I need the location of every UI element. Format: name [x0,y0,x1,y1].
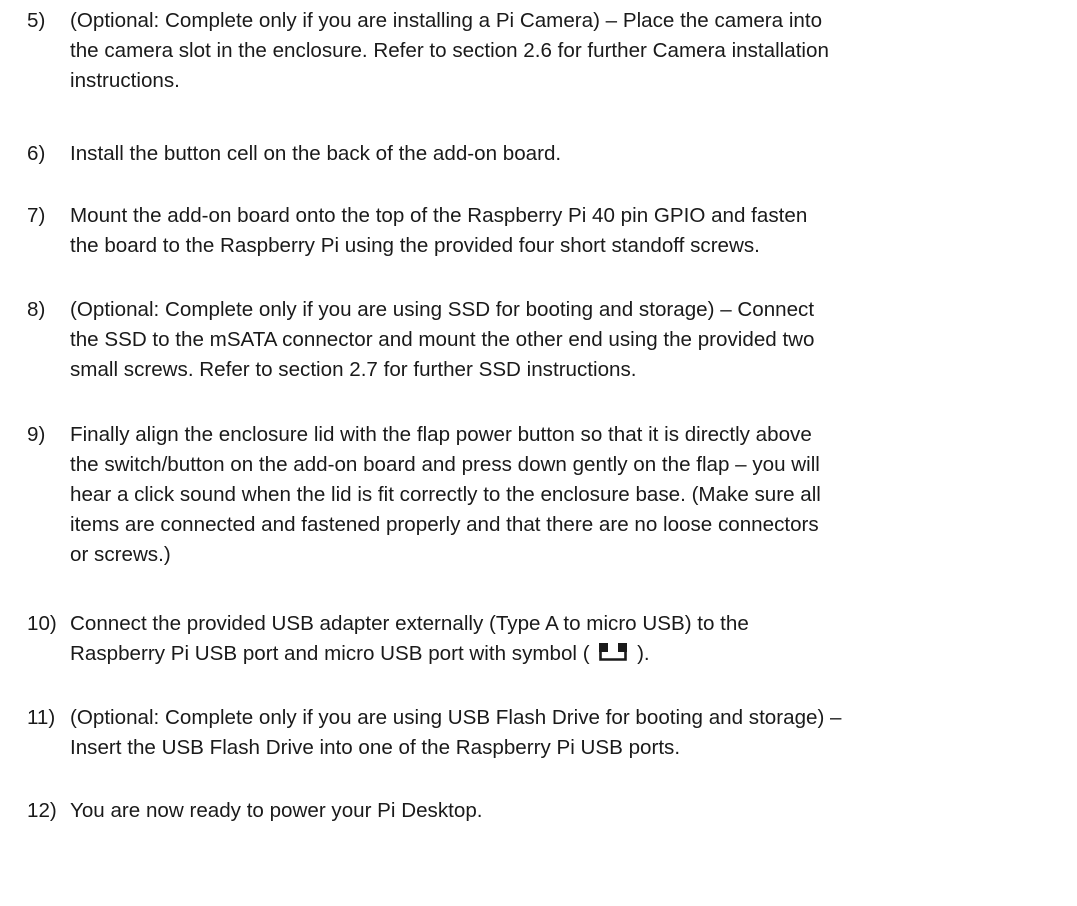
step-number: 6) [27,142,46,165]
step-text: Install the button cell on the back of t… [70,139,1070,169]
step-number: 10) [27,612,57,635]
step-text-line: (Optional: Complete only if you are inst… [70,9,823,32]
step-text-line: You are now ready to power your Pi Deskt… [70,799,483,822]
step-text-line: instructions. [70,69,180,92]
step-text: Finally align the enclosure lid with the… [70,420,1070,570]
step-text-line: Connect the provided USB adapter externa… [70,612,749,635]
step-text-line: or screws.) [70,543,171,566]
step-text-line: (Optional: Complete only if you are usin… [70,298,815,321]
step-text: Connect the provided USB adapter externa… [70,609,1070,669]
instruction-document: 5) (Optional: Complete only if you are i… [0,0,1077,906]
step-text-line: the camera slot in the enclosure. Refer … [70,39,829,62]
step-text-line: (Optional: Complete only if you are usin… [70,706,842,729]
step-text: Mount the add-on board onto the top of t… [70,201,1070,261]
step-number: 12) [27,799,57,822]
step-text: (Optional: Complete only if you are usin… [70,295,1070,385]
step-number: 11) [27,706,56,729]
step-number: 8) [27,298,46,321]
step-text-before-icon: Raspberry Pi USB port and micro USB port… [70,642,590,665]
step-text: You are now ready to power your Pi Deskt… [70,796,1070,826]
step-text-line: items are connected and fastened properl… [70,513,819,536]
step-text-after-icon: ). [637,642,650,665]
step-text: (Optional: Complete only if you are inst… [70,6,1070,96]
step-number: 9) [27,423,46,446]
step-text-line-with-icon: Raspberry Pi USB port and micro USB port… [70,639,1070,669]
step-text-line: hear a click sound when the lid is fit c… [70,483,821,506]
step-text-line: the SSD to the mSATA connector and mount… [70,328,815,351]
step-number: 7) [27,204,46,227]
step-number: 5) [27,9,46,32]
step-text: (Optional: Complete only if you are usin… [70,703,1070,763]
step-text-line: Mount the add-on board onto the top of t… [70,204,808,227]
step-text-line: the board to the Raspberry Pi using the … [70,234,760,257]
step-text-line: Finally align the enclosure lid with the… [70,423,812,446]
step-text-line: small screws. Refer to section 2.7 for f… [70,358,637,381]
step-text-line: Insert the USB Flash Drive into one of t… [70,736,681,759]
power-port-symbol-icon [599,643,628,661]
step-text-line: Install the button cell on the back of t… [70,142,562,165]
step-text-line: the switch/button on the add-on board an… [70,453,820,476]
